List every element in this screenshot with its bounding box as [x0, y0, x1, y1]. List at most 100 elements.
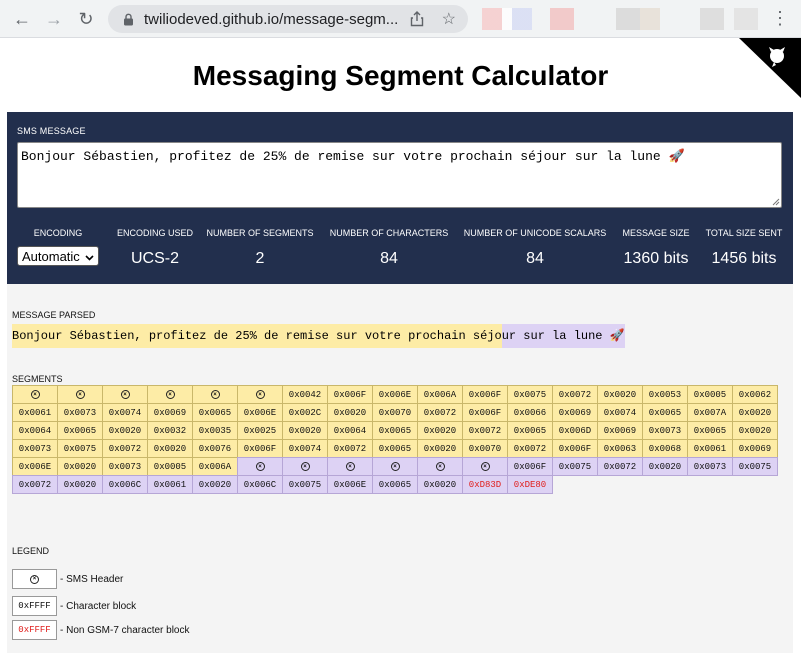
segment-char-cell: 0x0070 [372, 403, 418, 422]
segment-char-cell: 0x0025 [237, 421, 283, 440]
url-text: twiliodeved.github.io/message-segm... [144, 10, 399, 28]
segment-char-cell: 0x006F [462, 403, 508, 422]
segment-char-cell: 0x006A [417, 385, 463, 404]
page-title: Messaging Segment Calculator [192, 60, 609, 91]
segment-char-cell: 0x0020 [597, 385, 643, 404]
segment-char-cell: 0x0062 [732, 385, 778, 404]
sms-header-icon: × [435, 462, 445, 471]
characters-label: NUMBER OF CHARACTERS [329, 228, 449, 238]
segment-char-cell: 0x007A [687, 403, 733, 422]
sms-header-icon: × [255, 390, 265, 399]
extension-icon[interactable] [640, 8, 660, 30]
legend-char-text: - Character block [60, 600, 137, 612]
sms-header-icon: × [30, 574, 39, 584]
segments-grid: × × × × × × 0x0042 0x006F 0x006E 0x006A 0x006F 0x00… [12, 385, 778, 494]
address-bar[interactable]: twiliodeved.github.io/message-segm... ☆ [108, 5, 468, 33]
extension-icon[interactable] [700, 8, 724, 30]
segment-char-cell: 0x0020 [57, 457, 103, 476]
legend-section: LEGEND × - SMS Header 0xFFFF - Character… [7, 540, 793, 653]
segment-char-cell: 0x0072 [102, 439, 148, 458]
segment-char-cell: 0x0061 [687, 439, 733, 458]
segment-char-cell: 0x0070 [462, 439, 508, 458]
back-icon[interactable]: ← [10, 7, 34, 31]
segment-char-cell: 0x0032 [147, 421, 193, 440]
segment-char-cell: 0x0074 [597, 403, 643, 422]
segment-char-cell: 0x0069 [732, 439, 778, 458]
segment-char-cell: 0x0075 [552, 457, 598, 476]
message-parsed: Bonjour Sébastien, profitez de 25% de re… [12, 324, 625, 348]
total-size-stat: TOTAL SIZE SENT 1456 bits [701, 228, 787, 268]
encoding-select[interactable]: Automatic [17, 246, 99, 266]
segment-char-cell: 0x0042 [282, 385, 328, 404]
segment-char-cell: 0x0073 [57, 403, 103, 422]
segment-header-cell: × [192, 385, 238, 404]
segment-char-cell: 0x0072 [417, 403, 463, 422]
segment-char-cell: 0x006E [327, 475, 373, 494]
legend-header-text: - SMS Header [60, 573, 124, 585]
extension-icon[interactable] [550, 8, 574, 30]
segment-char-cell: 0x006F [507, 457, 553, 476]
segments-label: SEGMENTS [12, 374, 63, 384]
segment-char-cell: 0x0069 [147, 403, 193, 422]
encoding-label: ENCODING [33, 228, 83, 238]
parsed-segment-2: ur sur la lune 🚀 [501, 324, 625, 348]
segment-char-cell: 0x0065 [687, 421, 733, 440]
characters-value: 84 [380, 250, 398, 267]
segment-char-cell: 0x0020 [282, 421, 328, 440]
extension-icon[interactable] [482, 8, 532, 30]
segment-char-cell: 0x006F [552, 439, 598, 458]
segment-char-cell: 0x0005 [687, 385, 733, 404]
sms-header-icon: × [345, 462, 355, 471]
legend-character-block: 0xFFFF - Character block [12, 596, 136, 616]
legend-header-box: × [12, 569, 57, 589]
segment-char-cell: 0x0065 [642, 403, 688, 422]
segment-char-cell: 0x006D [552, 421, 598, 440]
segments-label: NUMBER OF SEGMENTS [206, 228, 314, 238]
reload-icon[interactable]: ↻ [74, 7, 98, 31]
segment-char-cell: 0x006A [192, 457, 238, 476]
forward-icon[interactable]: → [42, 7, 66, 31]
unicode-scalars-label: NUMBER OF UNICODE SCALARS [463, 228, 607, 238]
segment-char-cell: 0x0066 [507, 403, 553, 422]
unicode-scalars-stat: NUMBER OF UNICODE SCALARS 84 [461, 228, 609, 268]
segment-char-cell: 0x0020 [417, 439, 463, 458]
sms-header-icon: × [75, 390, 85, 399]
message-size-label: MESSAGE SIZE [622, 228, 690, 238]
sms-header-icon: × [120, 390, 130, 399]
segment-char-cell: 0x0065 [57, 421, 103, 440]
segment-char-cell: 0x0073 [12, 439, 58, 458]
extension-icon[interactable] [734, 8, 758, 30]
segment-char-cell: 0x0073 [687, 457, 733, 476]
segment-char-cell: 0x0020 [57, 475, 103, 494]
segment-header-cell: × [102, 385, 148, 404]
segment-header-cell: × [372, 457, 418, 476]
segment-char-cell: 0x006C [102, 475, 148, 494]
segment-char-cell: 0x0020 [327, 403, 373, 422]
browser-menu-icon[interactable]: ⋮ [771, 9, 789, 27]
characters-stat: NUMBER OF CHARACTERS 84 [325, 228, 453, 268]
message-size-stat: MESSAGE SIZE 1360 bits [617, 228, 695, 268]
sms-message-textarea[interactable]: Bonjour Sébastien, profitez de 25% de re… [17, 142, 782, 208]
legend-nongsm-text: - Non GSM-7 character block [60, 624, 190, 636]
encoding-used-label: ENCODING USED [116, 228, 193, 238]
segment-header-cell: × [237, 457, 283, 476]
segment-header-cell: × [147, 385, 193, 404]
browser-toolbar: ← → ↻ twiliodeved.github.io/message-segm… [0, 0, 801, 38]
segment-char-cell: 0x0076 [192, 439, 238, 458]
segment-char-cell: 0x0075 [507, 385, 553, 404]
segment-char-cell: 0x0064 [327, 421, 373, 440]
segment-char-cell: 0x0053 [642, 385, 688, 404]
segment-char-cell: 0x0005 [147, 457, 193, 476]
segment-header-cell: × [57, 385, 103, 404]
lock-icon [120, 11, 136, 27]
segment-char-cell: 0x0075 [282, 475, 328, 494]
resize-handle-icon[interactable] [772, 198, 780, 206]
encoding-stat: ENCODING Automatic [17, 228, 99, 266]
stats-row: ENCODING Automatic ENCODING USED UCS-2 N… [7, 228, 793, 274]
extension-icon[interactable] [616, 8, 640, 30]
segment-header-cell: × [327, 457, 373, 476]
bookmark-star-icon[interactable]: ☆ [442, 9, 456, 29]
share-icon[interactable] [410, 11, 426, 27]
sms-header-icon: × [480, 462, 490, 471]
segment-char-cell: 0x0068 [642, 439, 688, 458]
